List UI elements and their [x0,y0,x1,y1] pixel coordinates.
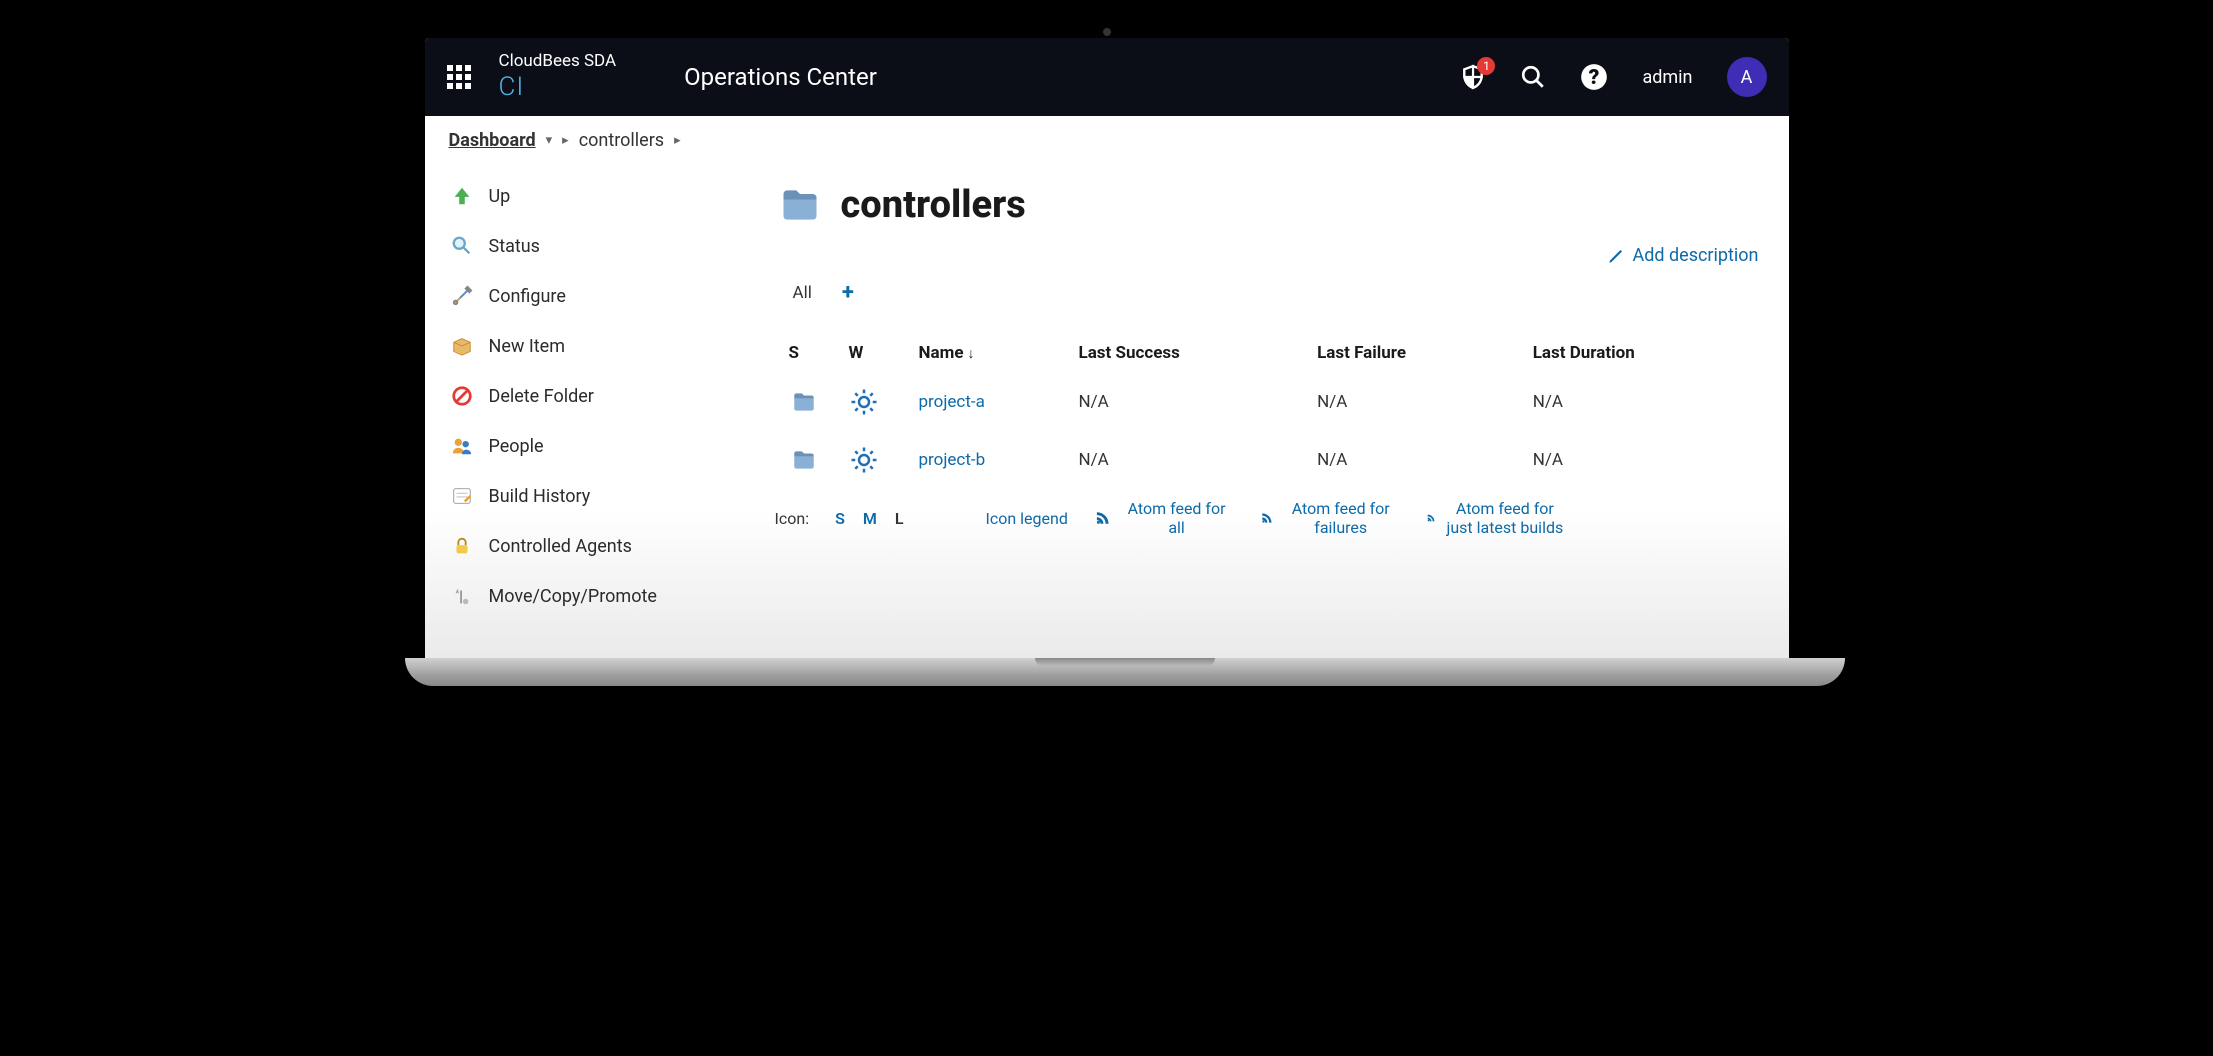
rss-icon [1426,509,1436,527]
package-icon [449,333,475,359]
breadcrumb-root[interactable]: Dashboard [449,130,536,151]
col-w[interactable]: W [835,333,905,373]
sort-down-icon: ↓ [968,346,975,362]
cell-last-failure: N/A [1303,373,1519,431]
atom-feed-all-link[interactable]: Atom feed for all [1094,499,1234,537]
col-name[interactable]: Name↓ [905,333,1065,373]
cell-last-failure: N/A [1303,431,1519,489]
weather-icon [835,431,905,489]
folder-title: controllers [841,183,1026,227]
add-tab-button[interactable]: + [842,280,854,305]
tab-all[interactable]: All [793,283,812,303]
security-icon[interactable]: 1 [1460,64,1486,90]
user-name[interactable]: admin [1642,67,1692,88]
cell-last-duration: N/A [1519,431,1759,489]
col-last-duration[interactable]: Last Duration [1519,333,1759,373]
sidebar-item-controlled-agents[interactable]: Controlled Agents [425,521,765,571]
chevron-right-icon: ▸ [562,133,569,148]
move-icon [449,583,475,609]
up-arrow-icon [449,183,475,209]
notepad-icon [449,483,475,509]
sidebar-item-label: Up [489,186,511,207]
sidebar-item-configure[interactable]: Configure [425,271,765,321]
avatar[interactable]: A [1727,57,1767,97]
apps-menu-icon[interactable] [447,65,471,89]
sidebar-item-move-copy-promote[interactable]: Move/Copy/Promote [425,571,765,621]
item-link[interactable]: project-a [919,392,985,412]
sidebar: Up Status Configure New Item Delete Fold… [425,165,765,658]
col-s[interactable]: S [775,333,835,373]
sidebar-item-label: Status [489,236,540,257]
cell-last-success: N/A [1065,431,1304,489]
status-icon [775,373,835,431]
brand-bottom: CI [499,72,617,103]
sidebar-item-label: Build History [489,486,591,507]
folder-icon [775,183,825,227]
brand: CloudBees SDA CI [499,51,617,103]
sidebar-item-label: Move/Copy/Promote [489,586,657,607]
help-icon[interactable]: ? [1580,63,1608,91]
main-content: controllers Add description All + S [765,165,1789,658]
page-title: Operations Center [684,63,877,91]
lock-icon [449,533,475,559]
sidebar-item-label: Delete Folder [489,386,594,407]
icon-size-s[interactable]: S [835,509,845,528]
search-icon[interactable] [1520,64,1546,90]
breadcrumb: Dashboard ▾ ▸ controllers ▸ [425,116,1789,165]
footer: Icon: S M L Icon legend Atom feed for al… [775,489,1759,537]
rss-icon [1094,509,1111,527]
icon-legend-link[interactable]: Icon legend [985,509,1067,528]
rss-icon [1260,509,1274,527]
svg-text:?: ? [1589,66,1600,90]
table-row: project-a N/A N/A N/A [775,373,1759,431]
alert-badge: 1 [1477,57,1495,75]
chevron-down-icon[interactable]: ▾ [546,133,553,148]
sidebar-item-people[interactable]: People [425,421,765,471]
item-link[interactable]: project-b [919,450,986,470]
breadcrumb-current[interactable]: controllers [579,130,664,151]
sidebar-item-label: Controlled Agents [489,536,632,557]
weather-icon [835,373,905,431]
sidebar-item-new-item[interactable]: New Item [425,321,765,371]
sidebar-item-label: New Item [489,336,566,357]
cell-last-duration: N/A [1519,373,1759,431]
delete-icon [449,383,475,409]
table-row: project-b N/A N/A N/A [775,431,1759,489]
icon-size-m[interactable]: M [863,509,877,528]
atom-feed-latest-link[interactable]: Atom feed for just latest builds [1426,499,1566,537]
items-table: S W Name↓ Last Success Last Failure Last… [775,333,1759,489]
atom-feed-failures-link[interactable]: Atom feed for failures [1260,499,1400,537]
sidebar-item-delete-folder[interactable]: Delete Folder [425,371,765,421]
icon-size-l[interactable]: L [895,509,904,528]
sidebar-item-label: People [489,436,544,457]
sidebar-item-status[interactable]: Status [425,221,765,271]
cell-last-success: N/A [1065,373,1304,431]
icon-size-label: Icon: [775,509,810,528]
people-icon [449,433,475,459]
brand-top: CloudBees SDA [499,51,617,71]
sidebar-item-label: Configure [489,286,566,307]
sidebar-item-up[interactable]: Up [425,171,765,221]
topbar: CloudBees SDA CI Operations Center 1 [425,38,1789,116]
col-last-success[interactable]: Last Success [1065,333,1304,373]
chevron-right-icon: ▸ [674,133,681,148]
tools-icon [449,283,475,309]
status-icon [775,431,835,489]
add-description-link[interactable]: Add description [1607,245,1759,266]
col-last-failure[interactable]: Last Failure [1303,333,1519,373]
sidebar-item-build-history[interactable]: Build History [425,471,765,521]
pencil-icon [1607,247,1625,265]
magnifier-icon [449,233,475,259]
